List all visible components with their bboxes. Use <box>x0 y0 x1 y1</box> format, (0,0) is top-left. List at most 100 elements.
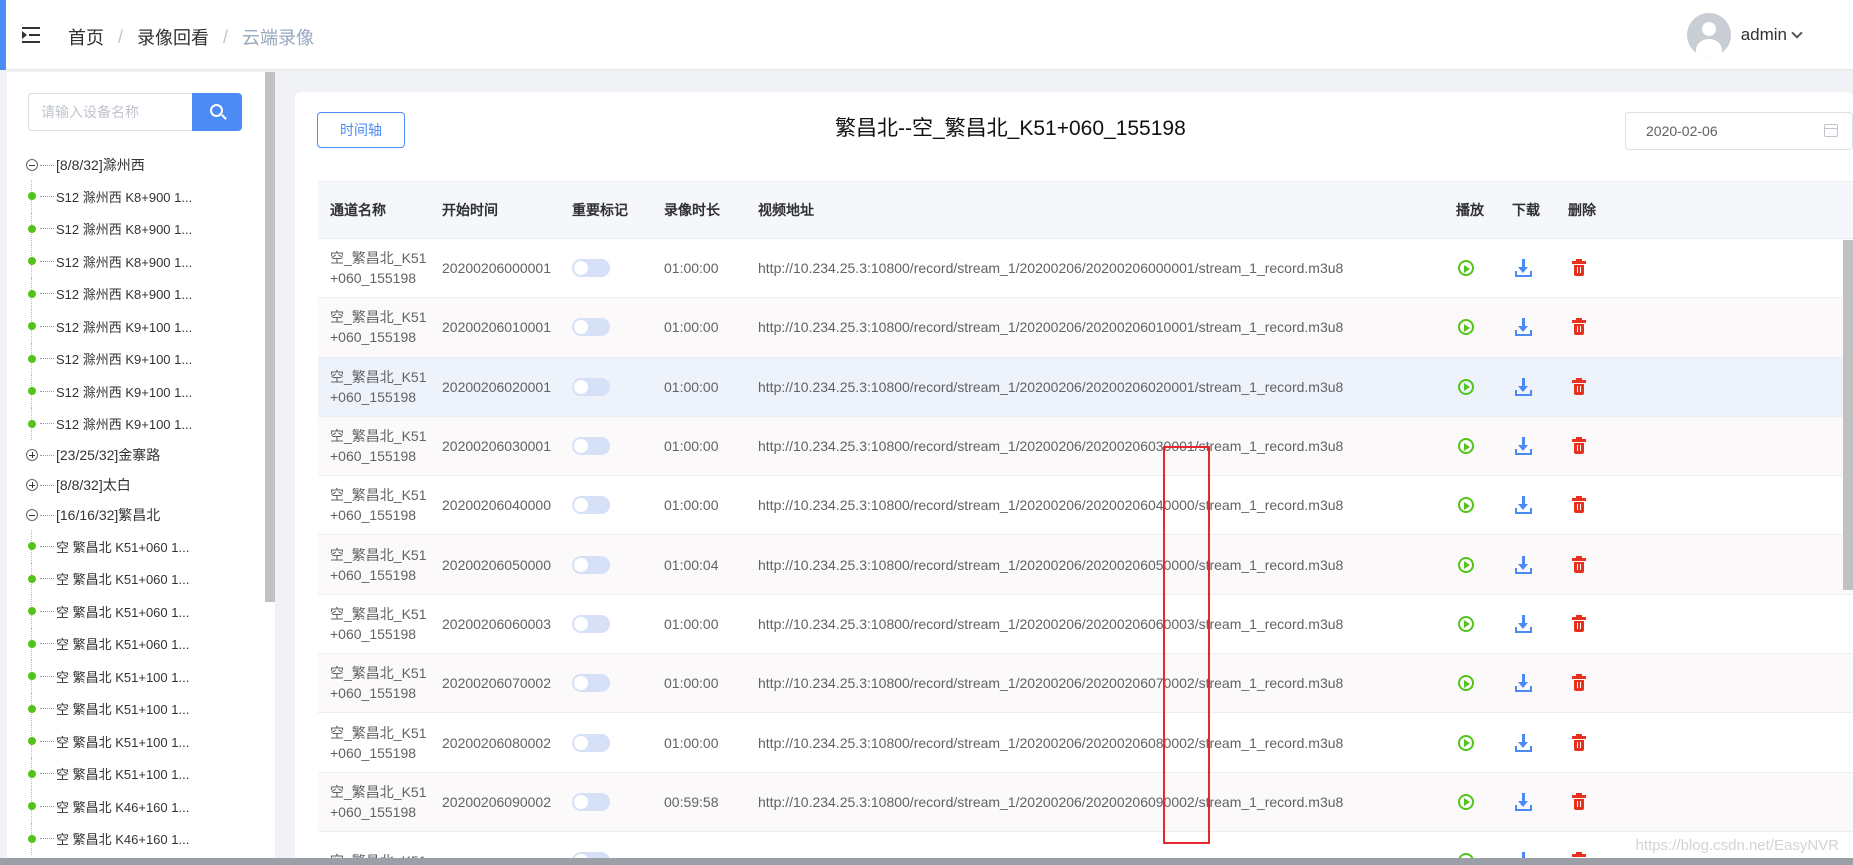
tree-device-item[interactable]: S12 滁州西 K8+900 1... <box>26 180 256 213</box>
delete-icon[interactable] <box>1572 792 1586 810</box>
duration-cell: 01:00:00 <box>664 734 719 751</box>
delete-icon[interactable] <box>1572 733 1586 751</box>
table-row[interactable]: 空_繁昌北_K51 +060_155198 20200206000001 01:00:… <box>318 239 1853 299</box>
download-icon[interactable] <box>1514 555 1532 574</box>
play-icon[interactable] <box>1458 675 1474 692</box>
search-button[interactable] <box>192 93 242 131</box>
column-header-start-time: 开始时间 <box>442 202 498 218</box>
delete-icon[interactable] <box>1572 674 1586 692</box>
delete-cell <box>1572 417 1586 475</box>
tree-device-item[interactable]: 空 繁昌北 K51+060 1... <box>26 595 256 628</box>
channel-name-line2: +060_155198 <box>330 388 417 405</box>
tree-group[interactable]: [23/25/32]金寨路 <box>26 440 256 470</box>
important-toggle[interactable] <box>572 496 610 515</box>
tree-device-item[interactable]: 空 繁昌北 K46+160 1... <box>26 790 256 823</box>
important-toggle[interactable] <box>572 733 610 752</box>
table-row[interactable]: 空_繁昌北_K51 +060_155198 20200206010001 01:00:… <box>318 298 1853 358</box>
play-icon[interactable] <box>1458 497 1474 514</box>
play-icon[interactable] <box>1458 734 1474 751</box>
important-toggle[interactable] <box>572 377 610 396</box>
tree-device-item[interactable]: 空 繁昌北 K51+060 1... <box>26 530 256 563</box>
delete-icon[interactable] <box>1572 614 1586 632</box>
play-icon[interactable] <box>1458 438 1474 455</box>
tree-device-item[interactable]: 空 繁昌北 K51+100 1... <box>26 660 256 693</box>
tree-device-item[interactable]: 空 繁昌北 K51+060 1... <box>26 627 256 660</box>
important-toggle[interactable] <box>572 792 610 811</box>
download-icon[interactable] <box>1514 674 1532 693</box>
tree-device-item[interactable]: S12 滁州西 K8+900 1... <box>26 245 256 278</box>
tree-group-label: [8/8/32]太白 <box>56 477 131 493</box>
online-status-dot-icon <box>28 224 36 233</box>
table-row[interactable]: 空_繁昌北_K51 +060_155198 20200206070002 01:00:… <box>318 654 1853 714</box>
date-picker[interactable]: 2020-02-06 <box>1625 112 1853 150</box>
table-row[interactable]: 空_繁昌北_K51 +060_155198 20200206050000 01:00:… <box>318 535 1853 595</box>
start-time-cell: 20200206010001 <box>442 319 552 336</box>
important-toggle[interactable] <box>572 318 610 337</box>
play-icon[interactable] <box>1458 556 1474 573</box>
menu-fold-icon[interactable] <box>22 26 42 44</box>
download-icon[interactable] <box>1514 614 1532 633</box>
delete-icon[interactable] <box>1572 437 1586 455</box>
important-toggle[interactable] <box>572 555 610 574</box>
important-toggle[interactable] <box>572 614 610 633</box>
table-row[interactable]: 空_繁昌北_K51 +060_155198 20200206020001 01:00:… <box>318 357 1853 417</box>
breadcrumb-home[interactable]: 首页 <box>68 24 104 50</box>
delete-icon[interactable] <box>1572 318 1586 336</box>
user-menu[interactable]: admin <box>1686 13 1803 57</box>
tree-group[interactable]: [8/8/32]太白 <box>26 470 256 500</box>
download-icon[interactable] <box>1514 437 1532 456</box>
expand-icon[interactable] <box>26 479 38 491</box>
tree-device-item[interactable]: 空 繁昌北 K51+100 1... <box>26 692 256 725</box>
duration-cell: 00:59:58 <box>664 793 719 810</box>
download-icon[interactable] <box>1514 496 1532 515</box>
channel-name-cell: 空_繁昌北_K51 +060_155198 <box>330 239 426 297</box>
tree-device-item[interactable]: 空 繁昌北 K46+160 1... <box>26 822 256 855</box>
table-row[interactable]: 空_繁昌北_K51 +060_155198 20200206040000 01:00:… <box>318 476 1853 536</box>
table-scrollbar[interactable] <box>1843 240 1853 590</box>
delete-icon[interactable] <box>1572 555 1586 573</box>
tree-group[interactable]: [16/16/32]繁昌北 <box>26 500 256 530</box>
play-icon[interactable] <box>1458 615 1474 632</box>
table-row[interactable]: 空_繁昌北_K51 +060_155198 20200206090002 00:59:… <box>318 772 1853 832</box>
important-toggle[interactable] <box>572 437 610 456</box>
channel-name-cell: 空_繁昌北_K51 +060_155198 <box>330 358 426 416</box>
tree-device-item[interactable]: 空 繁昌北 K51+060 1... <box>26 562 256 595</box>
tree-device-item[interactable]: S12 滁州西 K9+100 1... <box>26 310 256 343</box>
download-icon[interactable] <box>1514 377 1532 396</box>
download-icon[interactable] <box>1514 318 1532 337</box>
delete-icon[interactable] <box>1572 496 1586 514</box>
expand-icon[interactable] <box>26 449 38 461</box>
download-icon[interactable] <box>1514 259 1532 278</box>
tree-device-item[interactable]: 空 繁昌北 K51+100 1... <box>26 757 256 790</box>
collapse-icon[interactable] <box>26 159 38 171</box>
tree-device-item[interactable]: S12 滁州西 K9+100 1... <box>26 375 256 408</box>
play-icon[interactable] <box>1458 793 1474 810</box>
table-row[interactable]: 空_繁昌北_K51 +060_155198 20200206030001 01:00:… <box>318 416 1853 477</box>
table-row[interactable]: 空_繁昌北_K51 +060_155198 20200206080002 01:00:… <box>318 713 1853 773</box>
tree-device-item[interactable]: 空 繁昌北 K51+100 1... <box>26 725 256 758</box>
sidebar-scrollbar[interactable] <box>265 72 275 602</box>
tree-device-item[interactable]: S12 滁州西 K8+900 1... <box>26 212 256 245</box>
play-icon[interactable] <box>1458 378 1474 395</box>
table-row[interactable]: 空_繁昌北_K51 +060_155198 20200206060003 01:00:… <box>318 595 1853 655</box>
important-toggle[interactable] <box>572 259 610 278</box>
channel-name-line1: 空_繁昌北_K51 <box>330 783 427 800</box>
channel-name-line2: +060_155198 <box>330 329 417 346</box>
device-search-input[interactable] <box>28 93 192 131</box>
delete-icon[interactable] <box>1572 259 1586 277</box>
play-icon[interactable] <box>1458 260 1474 277</box>
bottom-scrollbar[interactable] <box>0 858 1853 865</box>
important-toggle[interactable] <box>572 674 610 693</box>
tree-device-item[interactable]: S12 滁州西 K9+100 1... <box>26 342 256 375</box>
tree-group[interactable]: [8/8/32]滁州西 <box>26 150 256 180</box>
tree-device-item[interactable]: S12 滁州西 K9+100 1... <box>26 407 256 440</box>
delete-icon[interactable] <box>1572 377 1586 395</box>
tree-device-item[interactable]: S12 滁州西 K8+900 1... <box>26 277 256 310</box>
collapse-icon[interactable] <box>26 509 38 521</box>
timeline-button[interactable]: 时间轴 <box>317 112 405 148</box>
play-icon[interactable] <box>1458 319 1474 336</box>
table-header: 通道名称 开始时间 重要标记 录像时长 视频地址 播放 下载 删除 <box>318 181 1853 239</box>
breadcrumb-playback[interactable]: 录像回看 <box>137 24 209 50</box>
download-icon[interactable] <box>1514 733 1532 752</box>
download-icon[interactable] <box>1514 792 1532 811</box>
